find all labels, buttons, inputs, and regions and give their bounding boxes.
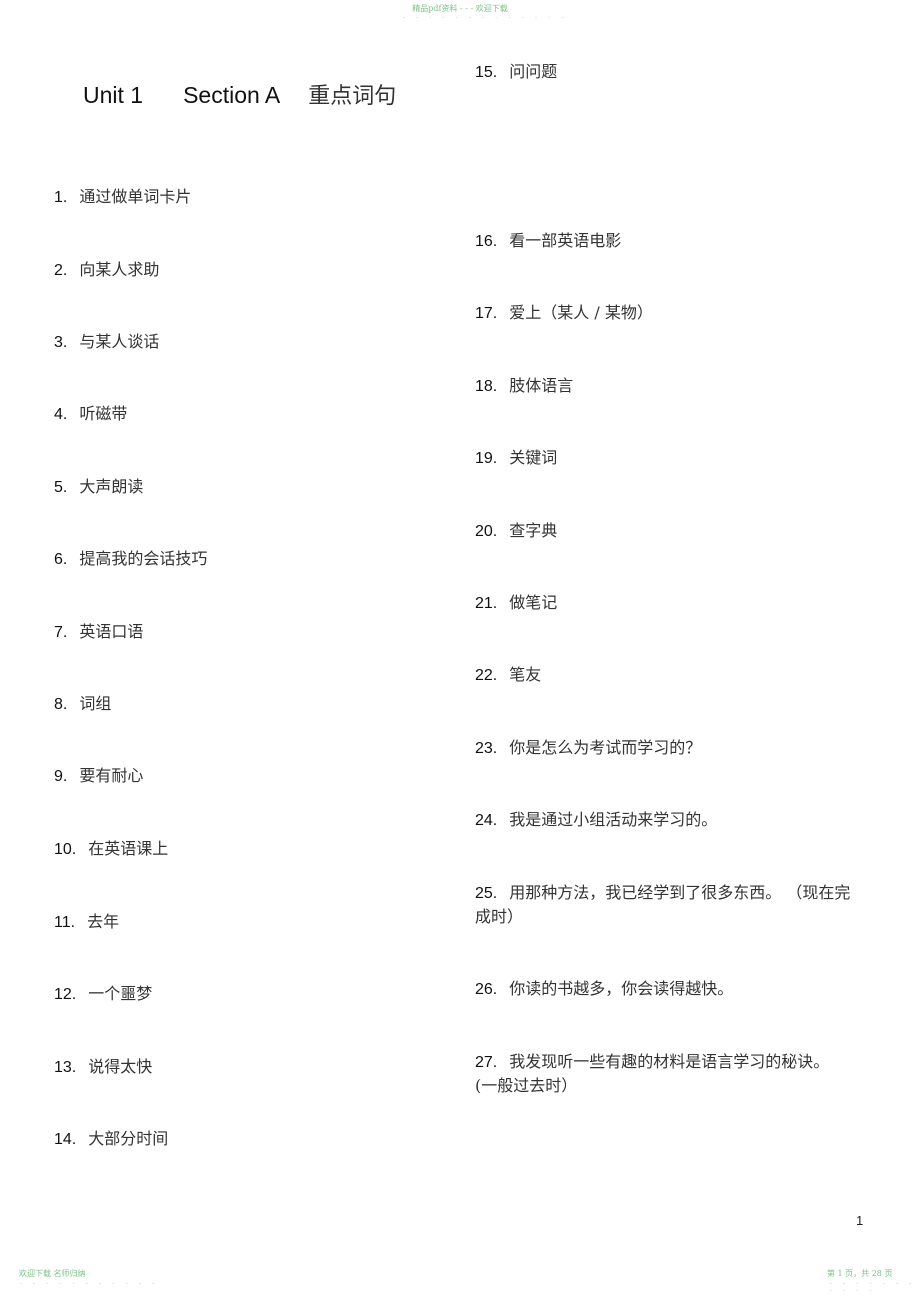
header-watermark: 精品pdf资料 - - - 欢迎下载 <box>412 4 508 13</box>
list-item: 5. 大声朗读 <box>54 477 144 496</box>
title-unit: Unit 1 <box>83 82 144 108</box>
footer-right: 第 1 页，共 28 页 <box>827 1269 893 1278</box>
list-item: 16. 看一部英语电影 <box>475 231 622 250</box>
list-item: 14. 大部分时间 <box>54 1129 169 1148</box>
list-item: 3. 与某人谈话 <box>54 332 160 351</box>
list-item: 25. 用那种方法，我已经学到了很多东西。 （现在完成时） <box>475 883 851 926</box>
list-item: 24. 我是通过小组活动来学习的。 <box>475 810 718 829</box>
footer-left-divider: - - - - - - - - - - - <box>19 1280 158 1287</box>
list-item: 18. 肢体语言 <box>475 376 574 395</box>
page-number: 1 <box>856 1213 864 1228</box>
list-item: 4. 听磁带 <box>54 404 128 423</box>
list-item: 19. 关键词 <box>475 448 558 467</box>
list-item: 1. 通过做单词卡片 <box>54 187 192 206</box>
list-item: 27. 我发现听一些有趣的材料是语言学习的秘诀。(一般过去时） <box>475 1052 830 1095</box>
list-item: 15. 问问题 <box>475 62 558 81</box>
list-item: 9. 要有耐心 <box>54 766 144 785</box>
list-item: 26. 你读的书越多，你会读得越快。 <box>475 979 734 998</box>
list-item: 22. 笔友 <box>475 665 542 684</box>
title-section: Section A <box>183 82 281 108</box>
list-item: 8. 词组 <box>54 694 112 713</box>
list-item: 21. 做笔记 <box>475 593 558 612</box>
header-divider: - - - - - - - - - - - - - <box>402 14 568 21</box>
list-item: 23. 你是怎么为考试而学习的？ <box>475 738 702 757</box>
list-item: 13. 说得太快 <box>54 1057 153 1076</box>
list-item: 10. 在英语课上 <box>54 839 169 858</box>
footer-right-divider: - - - - - - - - - - - <box>829 1280 915 1294</box>
page-title: Unit 1 Section A 重点词句 <box>83 78 396 110</box>
footer-left: 欢迎下载 名师归纳 <box>19 1269 86 1278</box>
list-item: 6. 提高我的会话技巧 <box>54 549 208 568</box>
list-item: 11. 去年 <box>54 912 120 931</box>
list-item: 2. 向某人求助 <box>54 260 160 279</box>
list-item: 20. 查字典 <box>475 521 558 540</box>
list-item: 17. 爱上（某人 / 某物） <box>475 303 653 322</box>
title-subtitle: 重点词句 <box>308 84 397 109</box>
list-item: 12. 一个噩梦 <box>54 984 153 1003</box>
list-item: 7. 英语口语 <box>54 622 144 641</box>
